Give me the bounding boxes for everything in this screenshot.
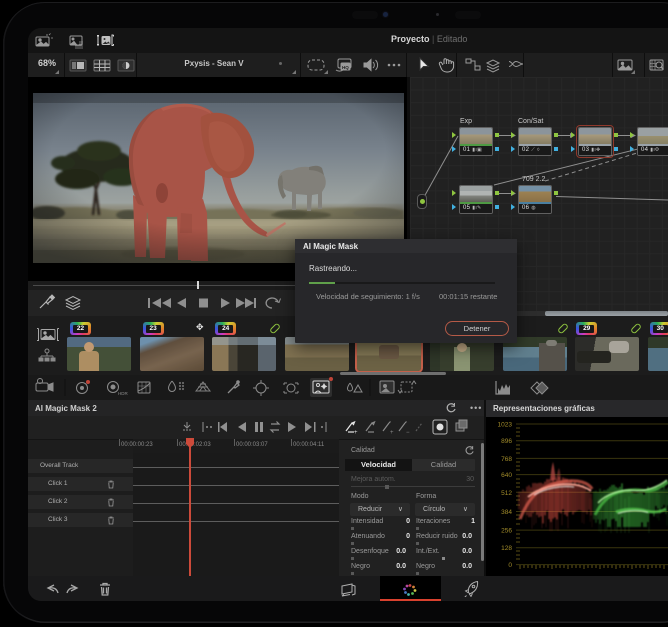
svg-text:+: + — [390, 430, 394, 436]
svg-text:HDR: HDR — [118, 391, 128, 396]
svg-text:128: 128 — [501, 545, 512, 552]
svg-text:768: 768 — [501, 456, 512, 463]
svg-text:384: 384 — [501, 509, 512, 516]
svg-text:640: 640 — [501, 472, 512, 479]
svg-text:+: + — [354, 430, 358, 436]
svg-text:512: 512 — [501, 490, 512, 497]
svg-text:1023: 1023 — [498, 422, 513, 429]
svg-text:896: 896 — [501, 438, 512, 445]
svg-text:0: 0 — [508, 562, 512, 569]
svg-text:256: 256 — [501, 528, 512, 535]
svg-text:−: − — [406, 430, 410, 436]
svg-text:HQ: HQ — [342, 65, 349, 70]
